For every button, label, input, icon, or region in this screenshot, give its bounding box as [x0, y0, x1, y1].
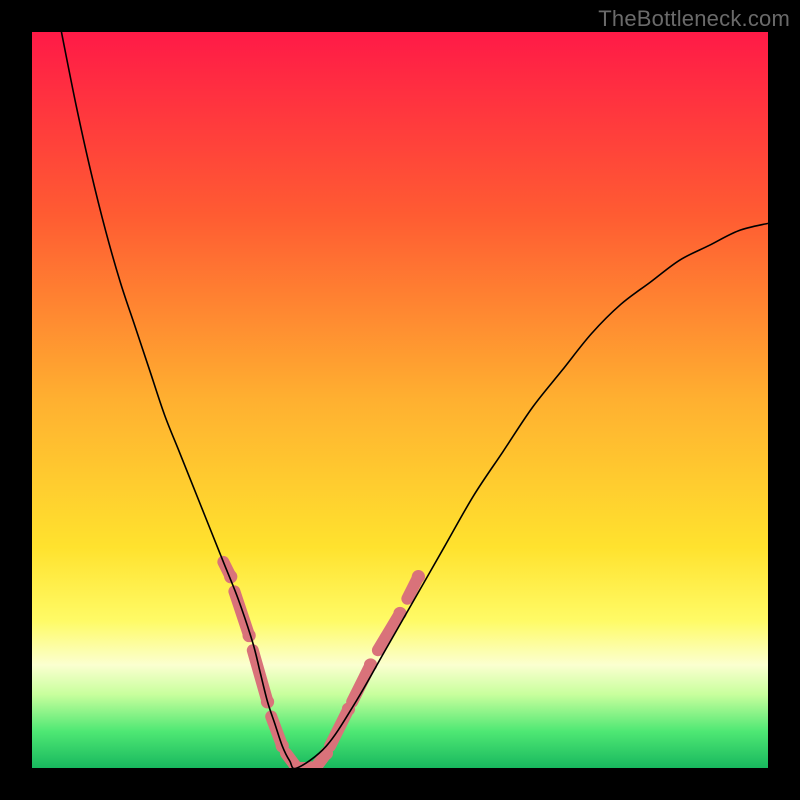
chart-svg [32, 32, 768, 768]
watermark-text: TheBottleneck.com [598, 6, 790, 32]
speckle-dot [393, 607, 406, 620]
chart-plot-area [32, 32, 768, 768]
speckle-dot [412, 570, 425, 583]
chart-background [32, 32, 768, 768]
chart-frame: TheBottleneck.com [0, 0, 800, 800]
